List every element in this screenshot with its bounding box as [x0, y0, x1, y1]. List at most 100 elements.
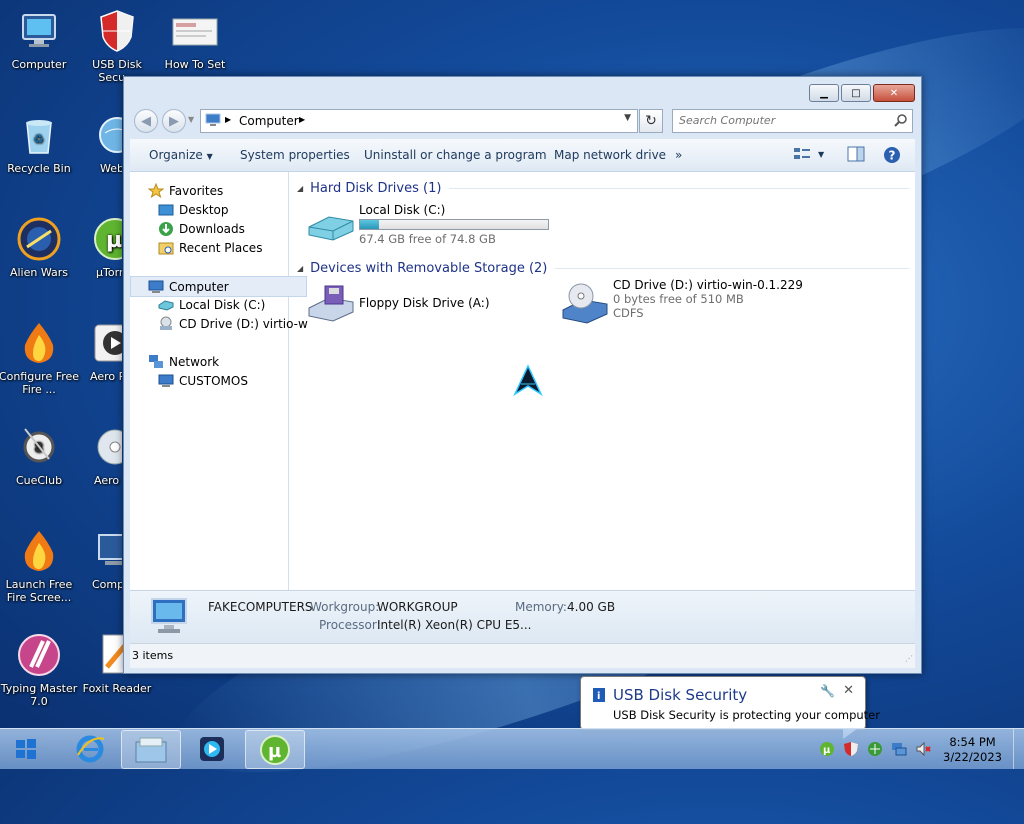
change-view-button[interactable] [793, 146, 811, 165]
uninstall-program-button[interactable]: Uninstall or change a program [364, 148, 547, 162]
navigation-row: ◀ ▶ ▼ ▶ Computer ▶ ▼ ↻ [130, 108, 915, 134]
forward-button[interactable]: ▶ [162, 109, 186, 133]
help-button[interactable]: ? [883, 146, 901, 167]
collapse-arrow-icon: ◢ [297, 183, 304, 193]
search-box[interactable] [672, 109, 913, 133]
close-icon: ✕ [889, 87, 899, 99]
more-commands-button[interactable]: » [675, 148, 682, 162]
desktop-icon-typing-master[interactable]: Typing Master 7.0 [0, 632, 80, 708]
forward-arrow-icon: ▶ [169, 113, 179, 129]
flame-icon [16, 528, 62, 574]
tray-volume-muted-icon[interactable] [915, 741, 931, 760]
document-screenshot-icon [172, 8, 218, 54]
organize-button[interactable]: Organize ▼ [149, 148, 213, 162]
refresh-button[interactable]: ↻ [639, 109, 663, 133]
explorer-window: ▁ □ ✕ ◀ ▶ ▼ ▶ Computer ▶ ▼ ↻ Organize ▼ … [123, 76, 922, 674]
tray-utorrent-icon[interactable]: µ [819, 741, 835, 760]
system-clock[interactable]: 8:54 PM 3/22/2023 [943, 735, 1002, 765]
explorer-body: Favorites Desktop Downloads Recent Place… [130, 172, 915, 590]
desktop-icon-label: Configure Free Fire ... [0, 370, 80, 396]
group-label: Hard Disk Drives (1) [310, 180, 442, 196]
group-hard-disk-drives[interactable]: ◢ Hard Disk Drives (1) [297, 179, 909, 197]
show-desktop-button[interactable] [1013, 729, 1024, 769]
desktop-icon-recycle-bin[interactable]: ♻ Recycle Bin [0, 112, 80, 175]
notification-balloon[interactable]: i USB Disk Security USB Disk Security is… [580, 676, 880, 739]
desktop-icon-configure-free-fire[interactable]: Configure Free Fire ... [0, 320, 80, 396]
maximize-button[interactable]: □ [841, 84, 871, 102]
drive-local-disk-c[interactable]: Local Disk (C:) 67.4 GB free of 74.8 GB [307, 203, 567, 246]
window-titlebar[interactable]: ▁ □ ✕ [124, 77, 921, 107]
drive-free-space: 67.4 GB free of 74.8 GB [359, 232, 496, 246]
taskbar-internet-explorer[interactable] [62, 730, 118, 767]
desktop-icon-aero-player[interactable]: Aero Player [76, 320, 122, 383]
desktop-icon-label: Foxit Reader [82, 682, 152, 695]
svg-text:♻: ♻ [33, 132, 44, 146]
desktop-icon-launch-free-fire[interactable]: Launch Free Fire Scree... [0, 528, 80, 604]
drive-name: CD Drive (D:) virtio-win-0.1.229 [613, 278, 803, 292]
nav-label: Desktop [179, 202, 229, 217]
desktop-icon-utorrent[interactable]: µ µTorrent [76, 216, 122, 279]
cue-ball-icon: 8 [16, 424, 62, 470]
hard-disk-icon [307, 213, 355, 244]
desktop-icon-label: Aero Player [90, 370, 122, 383]
map-network-drive-button[interactable]: Map network drive [554, 148, 666, 162]
svg-text:?: ? [889, 149, 896, 163]
tray-shield-icon[interactable] [843, 741, 859, 760]
nav-label: Favorites [169, 183, 224, 198]
taskbar-utorrent[interactable]: µ [245, 730, 305, 769]
disk-usage-fill [360, 220, 379, 229]
start-button[interactable] [8, 730, 44, 767]
svg-text:µ: µ [823, 745, 831, 756]
details-pane: FAKECOMPUTERS Workgroup: WORKGROUP Memor… [130, 590, 915, 643]
computer-icon [148, 279, 164, 295]
resize-grip-icon[interactable]: ⋰ [905, 654, 913, 663]
tray-network-icon[interactable] [891, 741, 907, 760]
nav-favorites[interactable]: Favorites [130, 181, 306, 200]
tray-globe-icon[interactable] [867, 741, 883, 760]
minimize-button[interactable]: ▁ [809, 84, 839, 102]
system-properties-button[interactable]: System properties [240, 148, 350, 162]
close-icon[interactable]: ✕ [843, 683, 854, 698]
workgroup-value: WORKGROUP [377, 600, 458, 614]
desktop-icon-web-navigator[interactable]: Web Navigator [76, 112, 122, 175]
nav-label: Recent Places [179, 240, 263, 255]
collapse-arrow-icon: ◢ [297, 263, 304, 273]
taskbar-file-explorer[interactable] [121, 730, 181, 769]
windows-logo-icon [16, 738, 36, 759]
help-icon: ? [884, 147, 900, 163]
group-removable-storage[interactable]: ◢ Devices with Removable Storage (2) [297, 259, 909, 277]
nav-label: Network [169, 354, 220, 369]
breadcrumb-computer[interactable]: Computer [239, 114, 299, 128]
view-dropdown-icon[interactable]: ▼ [818, 150, 824, 159]
desktop-icon-computer[interactable]: Computer [0, 8, 80, 71]
desktop-icon-comp-worms[interactable]: Comp Worms [76, 528, 122, 591]
close-button[interactable]: ✕ [873, 84, 915, 102]
desktop-icon-cueclub[interactable]: 8 CueClub [0, 424, 80, 487]
drive-floppy-a[interactable]: Floppy Disk Drive (A:) [307, 284, 537, 324]
disk-usage-bar [359, 219, 549, 230]
view-options-icon [794, 148, 810, 159]
nav-network[interactable]: Network [130, 352, 306, 371]
chevron-down-icon: ▼ [206, 152, 213, 161]
content-pane: ◢ Hard Disk Drives (1) Local Disk (C:) 6… [289, 172, 915, 590]
search-icon[interactable] [894, 113, 908, 130]
minimize-icon: ▁ [820, 87, 828, 99]
address-dropdown-icon[interactable]: ▼ [624, 113, 631, 123]
desktop-icon-aero-burn[interactable]: Aero Burn [76, 424, 122, 487]
nav-computer[interactable]: Computer [130, 276, 307, 297]
settings-wrench-icon[interactable]: 🔧 [820, 684, 835, 698]
desktop-icon-how-to-set[interactable]: How To Set [154, 8, 236, 71]
drive-name: Floppy Disk Drive (A:) [359, 296, 490, 310]
address-bar[interactable]: ▶ Computer ▶ ▼ [200, 109, 638, 133]
nav-label: Local Disk (C:) [179, 297, 266, 312]
back-button[interactable]: ◀ [134, 109, 158, 133]
breadcrumb-chevron-icon[interactable]: ▶ [299, 115, 305, 124]
preview-pane-button[interactable] [847, 146, 865, 165]
taskbar-media-player[interactable] [184, 730, 240, 767]
search-input[interactable] [679, 114, 879, 127]
recent-pages-dropdown[interactable]: ▼ [188, 115, 194, 124]
drive-cd-d[interactable]: CD Drive (D:) virtio-win-0.1.229 0 bytes… [561, 278, 803, 328]
desktop-icon-label: Comp Worms [92, 578, 122, 591]
desktop-icon-alien-wars[interactable]: Alien Wars [0, 216, 80, 279]
desktop-icon-usb-disk-security[interactable]: USB Disk Secu... [76, 8, 158, 84]
